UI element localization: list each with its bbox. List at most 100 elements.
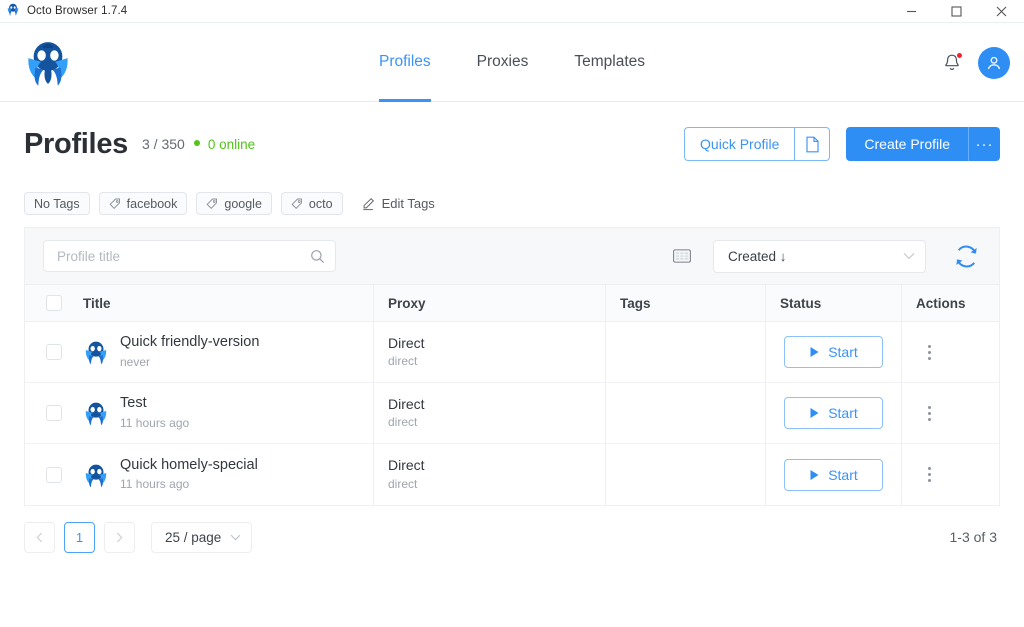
row-proxy-group: Direct direct bbox=[374, 395, 425, 432]
pagination-next-button[interactable] bbox=[104, 522, 135, 553]
search-input[interactable] bbox=[57, 249, 310, 264]
pagination: 1 25 / page 1-3 of 3 bbox=[24, 506, 1000, 568]
tab-proxies[interactable]: Proxies bbox=[477, 23, 529, 102]
row-checkbox[interactable] bbox=[46, 467, 62, 483]
refresh-button[interactable] bbox=[952, 242, 981, 271]
row-proxy-cell: Direct direct bbox=[373, 444, 605, 505]
tab-templates[interactable]: Templates bbox=[574, 23, 645, 102]
sort-select[interactable]: Created ↓ bbox=[713, 240, 926, 273]
row-status-cell: Start bbox=[765, 322, 901, 382]
tag-chip-facebook[interactable]: facebook bbox=[99, 192, 188, 215]
table-view-icon bbox=[673, 249, 691, 263]
row-last-used: 11 hours ago bbox=[120, 414, 189, 432]
tab-profiles[interactable]: Profiles bbox=[379, 23, 431, 102]
column-header-status[interactable]: Status bbox=[765, 285, 901, 321]
edit-tags-label: Edit Tags bbox=[382, 196, 435, 211]
search-container[interactable] bbox=[43, 240, 336, 272]
filter-toolbar: Created ↓ bbox=[24, 227, 1000, 285]
play-icon bbox=[809, 469, 820, 481]
online-status-dot bbox=[194, 140, 200, 146]
pagination-total: 1-3 of 3 bbox=[950, 529, 1000, 545]
row-proxy-cell: Direct direct bbox=[373, 322, 605, 382]
notification-badge-dot bbox=[956, 52, 963, 59]
tag-chip-octo[interactable]: octo bbox=[281, 192, 343, 215]
row-tags-cell bbox=[605, 322, 765, 382]
create-profile-more-label: ··· bbox=[976, 136, 994, 153]
tag-chip-no-tags[interactable]: No Tags bbox=[24, 192, 90, 215]
row-proxy-type: direct bbox=[374, 475, 425, 493]
octo-profile-icon bbox=[83, 462, 109, 488]
create-profile-group: Create Profile ··· bbox=[830, 127, 1000, 161]
pencil-icon bbox=[361, 197, 375, 211]
row-checkbox[interactable] bbox=[46, 344, 62, 360]
tab-profiles-label: Profiles bbox=[379, 53, 431, 71]
start-button[interactable]: Start bbox=[784, 336, 883, 368]
tag-chip-no-tags-label: No Tags bbox=[34, 197, 80, 211]
search-icon[interactable] bbox=[310, 249, 325, 264]
row-title-cell: Test 11 hours ago bbox=[83, 394, 373, 432]
per-page-value: 25 / page bbox=[165, 530, 221, 545]
row-proxy-type: direct bbox=[374, 413, 425, 431]
kebab-menu-icon[interactable] bbox=[914, 398, 944, 428]
column-header-title[interactable]: Title bbox=[83, 296, 373, 311]
pagination-prev-button[interactable] bbox=[24, 522, 55, 553]
avatar[interactable] bbox=[978, 47, 1010, 79]
table-row[interactable]: Quick friendly-version never Direct dire… bbox=[25, 322, 999, 383]
page-body: Profiles 3 / 350 0 online Quick Profile … bbox=[0, 102, 1024, 568]
tag-filter-row: No Tags facebook google octo bbox=[24, 186, 1000, 227]
row-proxy-type: direct bbox=[374, 352, 425, 370]
row-select-cell[interactable] bbox=[25, 344, 83, 360]
column-header-tags[interactable]: Tags bbox=[605, 285, 765, 321]
row-tags-cell bbox=[605, 383, 765, 443]
maximize-button[interactable] bbox=[934, 0, 979, 23]
quick-profile-file-button[interactable] bbox=[794, 127, 830, 161]
column-header-actions[interactable]: Actions bbox=[901, 285, 999, 321]
play-icon bbox=[809, 346, 820, 358]
row-select-cell[interactable] bbox=[25, 467, 83, 483]
table-view-button[interactable] bbox=[673, 249, 691, 263]
create-profile-more-button[interactable]: ··· bbox=[968, 127, 1000, 161]
tag-chip-facebook-label: facebook bbox=[127, 197, 178, 211]
row-title-cell: Quick friendly-version never bbox=[83, 333, 373, 371]
quick-profile-group: Quick Profile bbox=[684, 127, 830, 161]
row-title-text-group: Quick homely-special 11 hours ago bbox=[120, 456, 258, 494]
kebab-menu-icon[interactable] bbox=[914, 460, 944, 490]
pagination-page-1-label: 1 bbox=[76, 530, 83, 545]
per-page-select[interactable]: 25 / page bbox=[151, 522, 252, 553]
start-button[interactable]: Start bbox=[784, 397, 883, 429]
column-header-proxy[interactable]: Proxy bbox=[373, 285, 605, 321]
online-count: 0 online bbox=[208, 137, 255, 152]
chevron-left-icon bbox=[36, 532, 43, 543]
table-header-row: Title Proxy Tags Status Actions bbox=[25, 285, 999, 322]
row-checkbox[interactable] bbox=[46, 405, 62, 421]
octo-logo-icon bbox=[6, 2, 20, 21]
tag-icon bbox=[109, 198, 121, 210]
quick-profile-button[interactable]: Quick Profile bbox=[684, 127, 794, 161]
edit-tags-button[interactable]: Edit Tags bbox=[361, 196, 435, 211]
tag-chip-google-label: google bbox=[224, 197, 262, 211]
kebab-menu-icon[interactable] bbox=[914, 337, 944, 367]
pagination-page-1[interactable]: 1 bbox=[64, 522, 95, 553]
titlebar-left: Octo Browser 1.7.4 bbox=[0, 2, 127, 21]
tag-icon bbox=[206, 198, 218, 210]
row-title: Quick friendly-version bbox=[120, 333, 259, 353]
row-select-cell[interactable] bbox=[25, 405, 83, 421]
create-profile-button[interactable]: Create Profile bbox=[846, 127, 968, 161]
notifications-button[interactable] bbox=[942, 52, 962, 74]
table-row[interactable]: Test 11 hours ago Direct direct Start bbox=[25, 383, 999, 444]
close-button[interactable] bbox=[979, 0, 1024, 23]
minimize-button[interactable] bbox=[889, 0, 934, 23]
table-row[interactable]: Quick homely-special 11 hours ago Direct… bbox=[25, 444, 999, 505]
page-header: Profiles 3 / 350 0 online Quick Profile … bbox=[24, 102, 1000, 186]
select-all-cell[interactable] bbox=[25, 295, 83, 311]
sort-select-value: Created ↓ bbox=[728, 249, 787, 264]
select-all-checkbox[interactable] bbox=[46, 295, 62, 311]
profiles-table: Title Proxy Tags Status Actions bbox=[24, 285, 1000, 506]
row-actions-cell bbox=[901, 383, 999, 443]
start-button[interactable]: Start bbox=[784, 459, 883, 491]
tab-templates-label: Templates bbox=[574, 53, 645, 71]
main-navigation: Profiles Proxies Templates bbox=[0, 23, 1024, 102]
tab-proxies-label: Proxies bbox=[477, 53, 529, 71]
tag-chip-google[interactable]: google bbox=[196, 192, 272, 215]
header-right-actions bbox=[942, 23, 1010, 102]
